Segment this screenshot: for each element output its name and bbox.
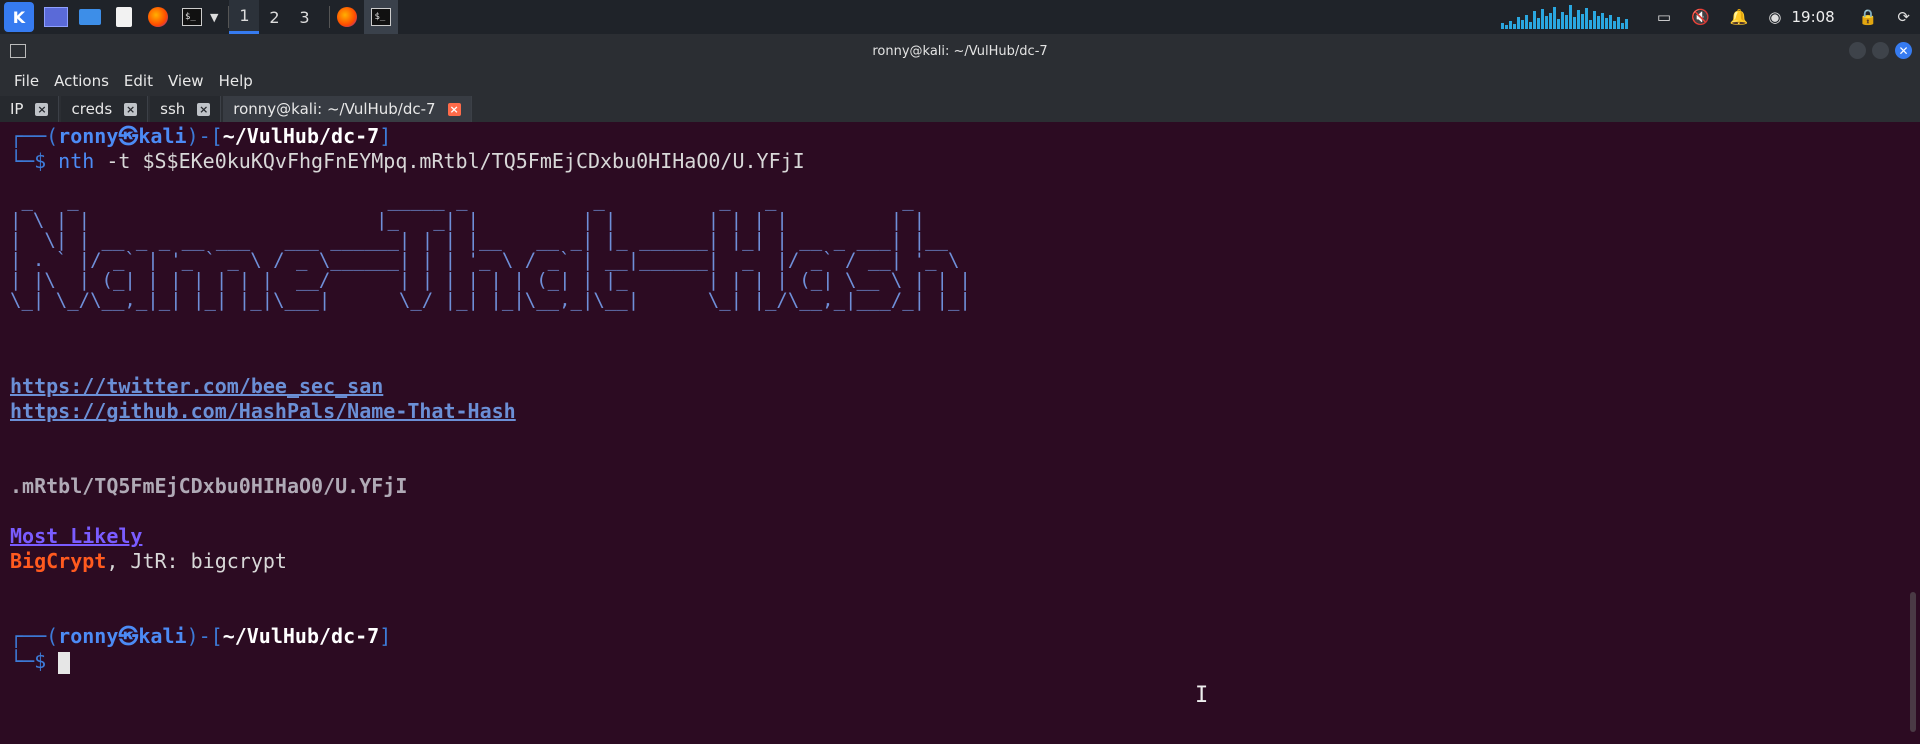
menu-help[interactable]: Help	[219, 72, 253, 90]
panel-tray: ▭ 🔇 🔔 ◉ 19:08 🔒 ⟳	[1500, 0, 1920, 34]
close-icon[interactable]: ×	[35, 102, 49, 116]
window-titlebar[interactable]: ronny@kali: ~/VulHub/dc-7 ✕	[0, 34, 1920, 68]
tab-bar: IP × creds × ssh × ronny@kali: ~/VulHub/…	[0, 94, 1920, 122]
close-icon[interactable]: ×	[197, 102, 211, 116]
prompt-line: ┌──(ronny㉿kali)-[~/VulHub/dc-7]	[10, 124, 392, 148]
close-icon[interactable]: ×	[124, 102, 138, 116]
terminal-icon[interactable]: $_	[180, 5, 204, 29]
tab-label: creds	[71, 100, 113, 118]
refresh-icon[interactable]: ⟳	[1897, 8, 1910, 26]
twitter-link[interactable]: https://twitter.com/bee_sec_san	[10, 374, 383, 399]
menu-edit[interactable]: Edit	[124, 72, 153, 90]
clock[interactable]: 19:08	[1792, 8, 1835, 26]
scrollbar[interactable]	[1910, 592, 1916, 732]
tab-ssh[interactable]: ssh ×	[150, 96, 222, 122]
menu-view[interactable]: View	[168, 72, 204, 90]
result-line: BigCrypt, JtR: bigcrypt	[10, 549, 287, 573]
tab-ip[interactable]: IP ×	[0, 96, 60, 122]
window-icon[interactable]	[10, 44, 26, 58]
menu-actions[interactable]: Actions	[54, 72, 109, 90]
network-icon[interactable]: ▭	[1657, 8, 1671, 26]
tab-label: ronny@kali: ~/VulHub/dc-7	[233, 100, 436, 118]
tab-creds[interactable]: creds ×	[61, 96, 149, 122]
tab-terminal[interactable]: ronny@kali: ~/VulHub/dc-7 ×	[223, 96, 472, 122]
tab-label: ssh	[160, 100, 186, 118]
firefox-icon	[337, 7, 358, 27]
kali-menu-icon[interactable]: K	[4, 2, 34, 32]
name-that-hash-banner: _ _ _____ _ _ _ _ _ | \ | | |_ _| | | | …	[10, 189, 971, 311]
mute-icon[interactable]: 🔇	[1691, 8, 1710, 26]
bell-icon[interactable]: 🔔	[1730, 8, 1749, 26]
minimize-button[interactable]	[1849, 42, 1866, 59]
tab-label: IP	[10, 100, 24, 118]
most-likely-heading: Most Likely	[10, 524, 143, 548]
workspace-1[interactable]: 1	[229, 0, 260, 34]
maximize-button[interactable]	[1872, 42, 1889, 59]
close-icon[interactable]: ×	[447, 102, 461, 116]
menubar: File Actions Edit View Help	[0, 68, 1920, 94]
terminal-area[interactable]: ┌──(ronny㉿kali)-[~/VulHub/dc-7] └─$ nth …	[0, 122, 1920, 744]
workspace-3[interactable]: 3	[289, 0, 319, 34]
hash-line: .mRtbl/TQ5FmEjCDxbu0HIHaO0/U.YFjI	[10, 474, 408, 498]
mouse-ibeam-icon: I	[1195, 683, 1209, 708]
lock-icon[interactable]: 🔒	[1859, 8, 1878, 26]
text-editor-icon[interactable]	[112, 5, 136, 29]
command-line: └─$ nth -t $S$EKe0kuKQvFhgFnEYMpq.mRtbl/…	[10, 149, 805, 173]
text-cursor	[58, 651, 71, 674]
workspace-2[interactable]: 2	[259, 0, 289, 34]
chevron-down-icon[interactable]: ▼	[210, 11, 218, 24]
cpu-graph	[1500, 5, 1629, 29]
terminal-icon: $_	[371, 8, 392, 26]
taskbar-firefox[interactable]	[330, 0, 364, 34]
window-title: ronny@kali: ~/VulHub/dc-7	[872, 43, 1048, 59]
top-panel: K $_ ▼ 1 2 3 $_ ▭ 🔇 🔔 ◉ 19:08 🔒 ⟳	[0, 0, 1920, 34]
prompt-line: ┌──(ronny㉿kali)-[~/VulHub/dc-7]	[10, 624, 392, 648]
close-button[interactable]: ✕	[1895, 42, 1912, 59]
github-link[interactable]: https://github.com/HashPals/Name-That-Ha…	[10, 399, 516, 424]
menu-file[interactable]: File	[14, 72, 39, 90]
firefox-icon[interactable]	[146, 5, 170, 29]
taskbar-terminal[interactable]: $_	[364, 0, 399, 34]
power-icon[interactable]: ◉	[1768, 8, 1781, 26]
show-desktop-icon[interactable]	[44, 5, 68, 29]
input-line[interactable]: └─$	[10, 649, 71, 674]
file-manager-icon[interactable]	[78, 5, 102, 29]
